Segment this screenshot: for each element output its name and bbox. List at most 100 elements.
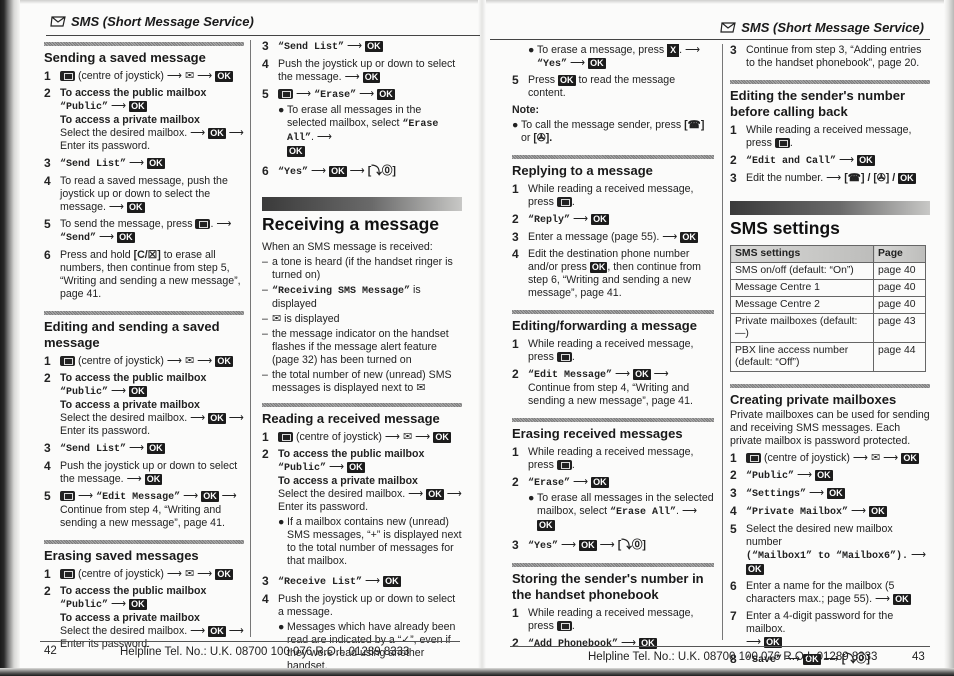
menu-key-icon — [195, 219, 211, 230]
ok-key-icon: OK — [208, 128, 226, 139]
step-number: 3 — [262, 39, 269, 53]
step-number: 1 — [512, 337, 519, 351]
envelope-icon: ✉ — [185, 568, 195, 580]
step: 2 “Reply” ⟶ OK — [512, 213, 714, 227]
arrow-icon: ⟶ — [364, 575, 381, 587]
section-bar — [730, 384, 930, 388]
section-editing-sender-number: Editing the sender's number before calli… — [730, 80, 930, 185]
ok-key-icon: OK — [433, 432, 451, 443]
bullet-icon: ● — [528, 492, 535, 504]
ok-key-icon: OK — [588, 58, 606, 69]
display-text: “Receiving SMS Message” — [272, 286, 411, 297]
step-number: 1 — [730, 451, 737, 465]
table-row: Message Centre 2 page 40 — [730, 296, 926, 314]
talk-key-icon: [☎] — [684, 119, 705, 131]
section-heading: Erasing saved messages — [44, 548, 199, 563]
step: 3 “Send List” ⟶ OK — [44, 157, 244, 171]
step-text: Select the desired mailbox. — [60, 127, 188, 139]
step-number: 6 — [262, 164, 269, 178]
menu-key-icon — [556, 352, 572, 363]
step: 1 (centre of joystick) ⟶ ✉ ⟶ OK — [262, 431, 462, 444]
menu-key-icon — [60, 569, 75, 580]
dash-mark: – — [262, 369, 268, 381]
step-number: 6 — [44, 248, 51, 262]
page-cell: page 40 — [873, 279, 926, 297]
arrow-icon: ⟶ — [852, 452, 869, 464]
menu-key-icon — [556, 621, 572, 632]
step-text: (centre of joystick) — [295, 431, 382, 443]
menu-option: “Edit Message” — [528, 370, 613, 381]
step-number: 7 — [730, 609, 737, 623]
menu-option: “Send” — [60, 233, 97, 244]
step: 3 “Send List” ⟶ OK — [44, 442, 244, 456]
menu-option: “Erase All” — [610, 507, 677, 518]
section-bar — [44, 540, 244, 544]
intro-text: Private mailboxes can be used for sendin… — [730, 409, 930, 447]
menu-option: “Yes” — [528, 541, 559, 552]
arrow-icon: ⟶ — [128, 157, 145, 169]
menu-option: “Send List” — [60, 444, 127, 455]
menu-option: “Public” — [60, 387, 109, 398]
menu-option: “Erase” — [528, 478, 571, 489]
step: 5 Select the desired new mailbox number (… — [730, 523, 930, 576]
footer-rule — [40, 641, 460, 642]
section-sending-saved-message: Sending a saved message 1 (centre of joy… — [44, 42, 244, 301]
step-number: 1 — [44, 567, 51, 581]
step: 4 Push the joystick up or down to select… — [44, 460, 244, 486]
envelope-icon: ✉ — [871, 452, 881, 464]
dash-item: – ✉ is displayed — [262, 313, 462, 326]
arrow-icon: ⟶ — [614, 368, 631, 380]
arrow-icon: ⟶ — [359, 88, 375, 100]
dash-item: – the message indicator on the handset fl… — [262, 328, 462, 367]
menu-option: (“Mailbox1” to “Mailbox6”). — [746, 551, 909, 562]
arrow-icon: ⟶ — [653, 368, 669, 380]
page-top-edge — [0, 0, 954, 4]
arrow-icon: ⟶ — [197, 355, 213, 367]
menu-key-icon — [278, 89, 293, 100]
table-header-row: SMS settings Page — [730, 245, 926, 263]
section-heading: Erasing received messages — [512, 426, 683, 441]
menu-option: “Public” — [746, 471, 795, 482]
ok-key-icon: OK — [589, 262, 608, 273]
chapter-bar — [262, 197, 462, 211]
step-number: 5 — [512, 73, 519, 87]
step-number: 2 — [44, 86, 51, 100]
arrow-icon: ⟶ — [850, 505, 867, 517]
bullet-text: If a mailbox contains new (unread) SMS m… — [287, 516, 462, 567]
ok-key-icon: OK — [365, 41, 383, 52]
table-row: PBX line access number (default: “Off”) p… — [730, 342, 926, 372]
arrow-icon: ⟶ — [190, 412, 206, 424]
menu-option: “Yes” — [278, 167, 309, 178]
dash-item: – a tone is heard (if the handset ringer … — [262, 256, 462, 282]
section-heading: Storing the sender's number in the hands… — [512, 571, 704, 602]
step-number: 2 — [730, 468, 737, 482]
arrow-icon: ⟶ — [310, 165, 327, 177]
step-number: 2 — [262, 447, 269, 461]
arrow-icon: ⟶ — [681, 505, 698, 517]
envelope-icon: ✉ — [403, 431, 413, 443]
menu-key-icon — [60, 491, 75, 502]
step-text: Enter a 4-digit password for the mailbox… — [746, 610, 894, 635]
page-cell: page 43 — [873, 313, 926, 343]
step: 2 To access the public mailbox “Public” … — [44, 372, 244, 438]
arrow-icon: ⟶ — [216, 218, 232, 230]
step: 2 “Edit Message” ⟶ OK ⟶ Continue from ste… — [512, 368, 714, 408]
step: 1 (centre of joystick) ⟶ ✉ ⟶ OK — [44, 568, 244, 581]
step-text: While reading a received message, press — [528, 446, 694, 471]
step-number: 2 — [730, 153, 737, 167]
page-number-left: 42 — [44, 645, 57, 657]
arrow-icon: ⟶ — [662, 231, 678, 243]
arrow-icon: ⟶ — [108, 201, 125, 213]
step-number: 5 — [262, 87, 269, 101]
ok-key-icon: OK — [347, 462, 365, 473]
setting-cell: Message Centre 1 — [730, 279, 874, 297]
arrow-icon: ⟶ — [796, 469, 813, 481]
ok-key-icon: OK — [215, 569, 233, 580]
menu-option: “Add Phonebook” — [528, 639, 619, 650]
step-number: 2 — [512, 475, 519, 489]
step-number: 3 — [262, 574, 269, 588]
step-number: 4 — [44, 174, 51, 188]
helpline-left: Helpline Tel. No.: U.K. 08700 100 076 R.… — [120, 646, 410, 658]
ok-key-icon: OK — [898, 173, 916, 184]
ok-key-icon: OK — [129, 599, 147, 610]
